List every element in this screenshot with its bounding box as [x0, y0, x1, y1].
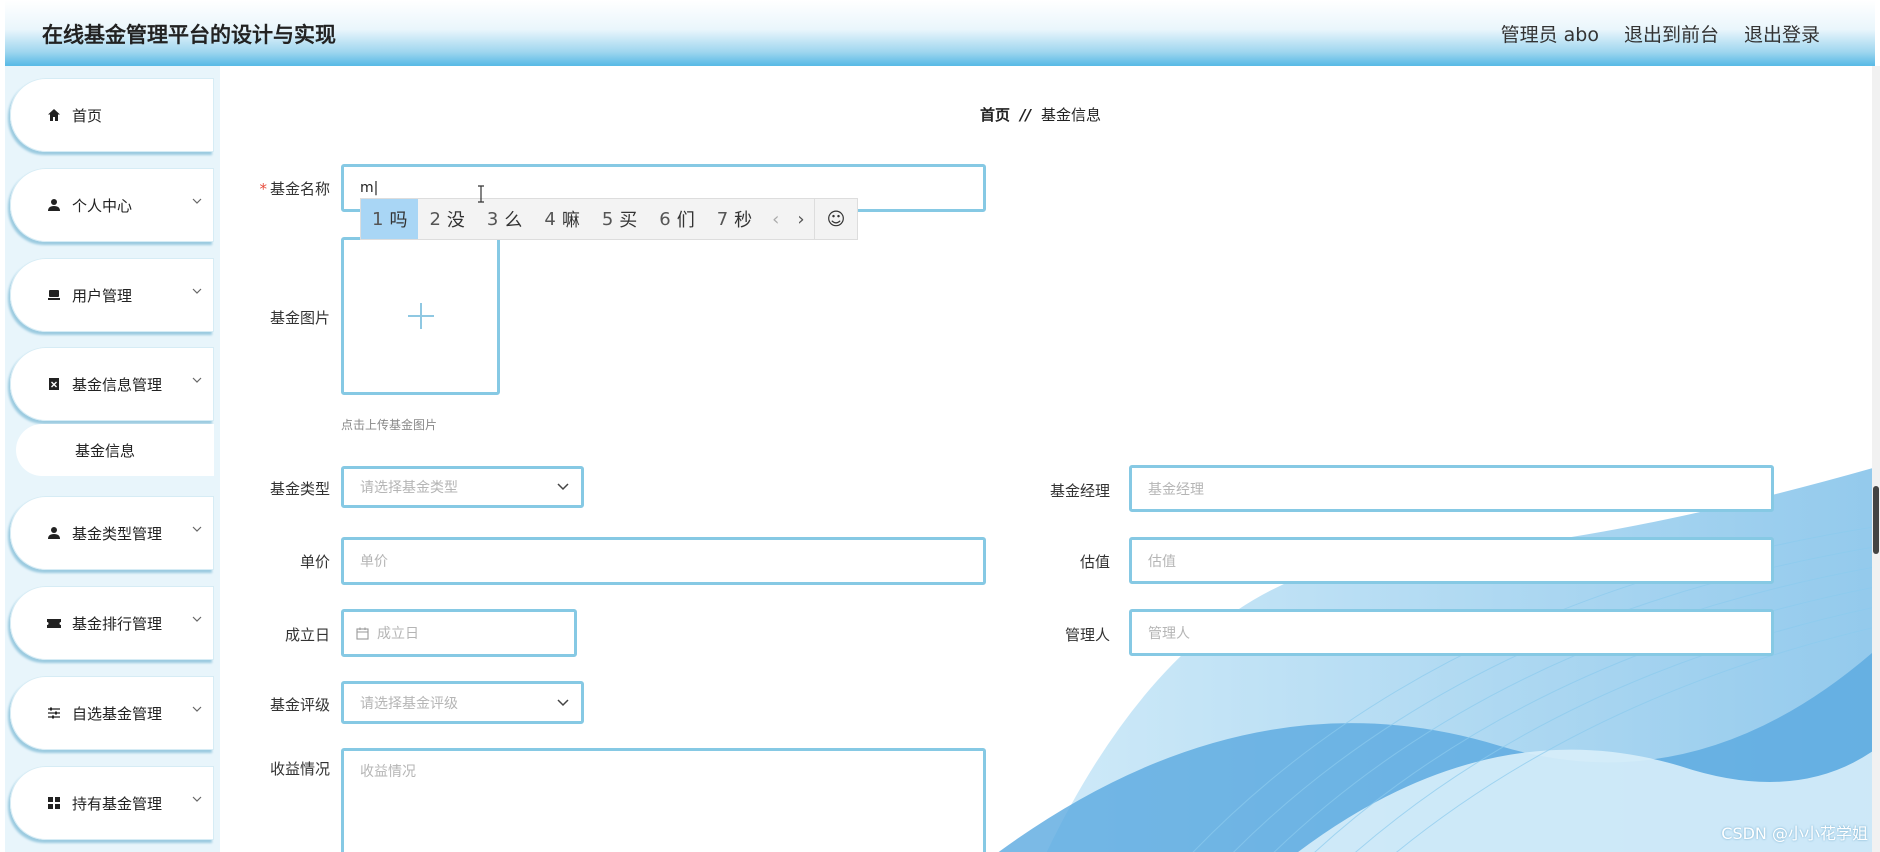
fund-type-select[interactable]: 请选择基金类型 — [341, 466, 584, 508]
sidebar-item-label: 基金信息管理 — [72, 375, 163, 394]
exit-to-front-link[interactable]: 退出到前台 — [1624, 20, 1719, 47]
breadcrumb-home[interactable]: 首页 — [980, 104, 1010, 125]
sidebar-item-fund-ranking-manage[interactable]: 基金排行管理 — [10, 586, 214, 660]
sidebar-item-label: 基金类型管理 — [72, 524, 163, 543]
calendar-icon — [356, 627, 369, 640]
fund-name-value: m — [360, 180, 374, 196]
ime-candidate[interactable]: 2没 — [418, 199, 475, 239]
clipboard-icon — [46, 376, 62, 392]
breadcrumb-separator: // — [1020, 105, 1031, 124]
price-label: 单价 — [299, 553, 330, 571]
sidebar-item-label: 个人中心 — [72, 196, 133, 215]
valuation-placeholder: 估值 — [1148, 553, 1176, 570]
founded-date-placeholder: 成立日 — [377, 626, 419, 642]
fund-type-placeholder: 请选择基金类型 — [360, 480, 458, 496]
sliders-icon — [46, 705, 62, 721]
plus-icon — [408, 303, 434, 329]
chevron-down-icon — [192, 288, 202, 294]
price-input[interactable]: 单价 — [341, 537, 986, 585]
ime-next-page-icon[interactable]: › — [788, 199, 813, 239]
main-content: 首页 // 基金信息 * 基金名称 m | 基金图片 点击上传基金图片 基金类型 请… — [220, 66, 1872, 852]
ticket-icon — [46, 615, 62, 631]
founded-date-picker[interactable]: 成立日 — [341, 609, 577, 657]
fund-type-label: 基金类型 — [269, 480, 330, 498]
home-icon — [46, 107, 62, 123]
valuation-label: 估值 — [1079, 553, 1110, 571]
ime-emoji-icon[interactable]: ☺ — [813, 199, 858, 239]
ime-candidate[interactable]: 1吗 — [361, 199, 419, 239]
fund-manager-placeholder: 基金经理 — [1148, 481, 1204, 498]
ime-prev-page-icon[interactable]: ‹ — [763, 199, 788, 239]
sidebar-item-label: 用户管理 — [72, 286, 133, 305]
fund-image-upload[interactable] — [341, 237, 500, 395]
ime-candidate[interactable]: 7秒 — [706, 199, 763, 239]
sidebar-item-label: 持有基金管理 — [72, 794, 163, 813]
sidebar-item-label: 首页 — [72, 106, 103, 125]
fund-name-label: * 基金名称 — [259, 180, 330, 198]
valuation-input[interactable]: 估值 — [1129, 537, 1774, 584]
sidebar: 首页 个人中心 用户管理 基金信息管理 基金信息 基金类型管理 基金排行管理 自… — [5, 66, 220, 852]
chevron-down-icon — [192, 706, 202, 712]
logout-link[interactable]: 退出登录 — [1744, 20, 1820, 47]
sidebar-item-profile[interactable]: 个人中心 — [10, 168, 214, 242]
upload-hint: 点击上传基金图片 — [341, 418, 438, 432]
i-beam-cursor-icon — [478, 185, 484, 203]
chevron-down-icon — [557, 698, 569, 706]
breadcrumb-current: 基金信息 — [1040, 106, 1101, 124]
app-title: 在线基金管理平台的设计与实现 — [42, 23, 336, 47]
ime-candidate-bar: 1吗 2没 3么 4嘛 5买 6们 7秒 ‹ › ☺ — [360, 198, 859, 240]
ime-candidate[interactable]: 3么 — [476, 199, 533, 239]
watermark: CSDN @小小花学姐 — [1721, 824, 1868, 843]
returns-placeholder: 收益情况 — [360, 764, 416, 780]
breadcrumb: 首页 // 基金信息 — [980, 104, 1101, 125]
chevron-down-icon — [192, 616, 202, 622]
sidebar-item-label: 自选基金管理 — [72, 704, 163, 723]
ime-candidate[interactable]: 5买 — [591, 199, 648, 239]
user-icon — [46, 197, 62, 213]
sidebar-item-fund-info-manage[interactable]: 基金信息管理 — [10, 347, 214, 421]
sidebar-item-home[interactable]: 首页 — [10, 78, 214, 152]
sidebar-item-holdings-manage[interactable]: 持有基金管理 — [10, 766, 214, 840]
header-actions: 管理员 abo 退出到前台 退出登录 — [1501, 20, 1820, 47]
chevron-down-icon — [192, 377, 202, 383]
ime-candidate[interactable]: 4嘛 — [533, 199, 590, 239]
administrator-input[interactable]: 管理人 — [1129, 609, 1774, 656]
administrator-placeholder: 管理人 — [1148, 625, 1190, 642]
chevron-down-icon — [192, 526, 202, 532]
returns-label: 收益情况 — [269, 760, 330, 778]
founded-date-label: 成立日 — [284, 626, 330, 644]
fund-rating-label: 基金评级 — [269, 696, 330, 714]
fund-image-label: 基金图片 — [269, 309, 330, 327]
sidebar-item-label: 基金排行管理 — [72, 614, 163, 633]
scrollbar-thumb[interactable] — [1873, 486, 1879, 554]
page-scrollbar[interactable] — [1872, 66, 1880, 852]
fund-rating-placeholder: 请选择基金评级 — [360, 695, 458, 712]
fund-manager-input[interactable]: 基金经理 — [1129, 465, 1774, 512]
chevron-down-icon — [557, 483, 569, 491]
ime-candidate[interactable]: 6们 — [648, 199, 705, 239]
sidebar-subitem-fund-info[interactable]: 基金信息 — [16, 424, 214, 476]
sidebar-item-watchlist-manage[interactable]: 自选基金管理 — [10, 676, 214, 750]
fund-manager-label: 基金经理 — [1049, 482, 1110, 500]
administrator-label: 管理人 — [1064, 626, 1110, 644]
sidebar-subitem-label: 基金信息 — [74, 441, 135, 460]
price-placeholder: 单价 — [360, 554, 388, 570]
required-mark: * — [259, 180, 267, 198]
returns-textarea[interactable]: 收益情况 — [341, 748, 986, 852]
grid-icon — [46, 795, 62, 811]
top-header: 在线基金管理平台的设计与实现 管理员 abo 退出到前台 退出登录 — [5, 0, 1875, 66]
chevron-down-icon — [192, 796, 202, 802]
fund-rating-select[interactable]: 请选择基金评级 — [341, 681, 584, 724]
users-icon — [46, 287, 62, 303]
user-label: 管理员 abo — [1500, 24, 1599, 46]
user-icon — [46, 525, 62, 541]
sidebar-item-users[interactable]: 用户管理 — [10, 258, 214, 332]
sidebar-item-fund-type-manage[interactable]: 基金类型管理 — [10, 496, 214, 570]
chevron-down-icon — [192, 198, 202, 204]
